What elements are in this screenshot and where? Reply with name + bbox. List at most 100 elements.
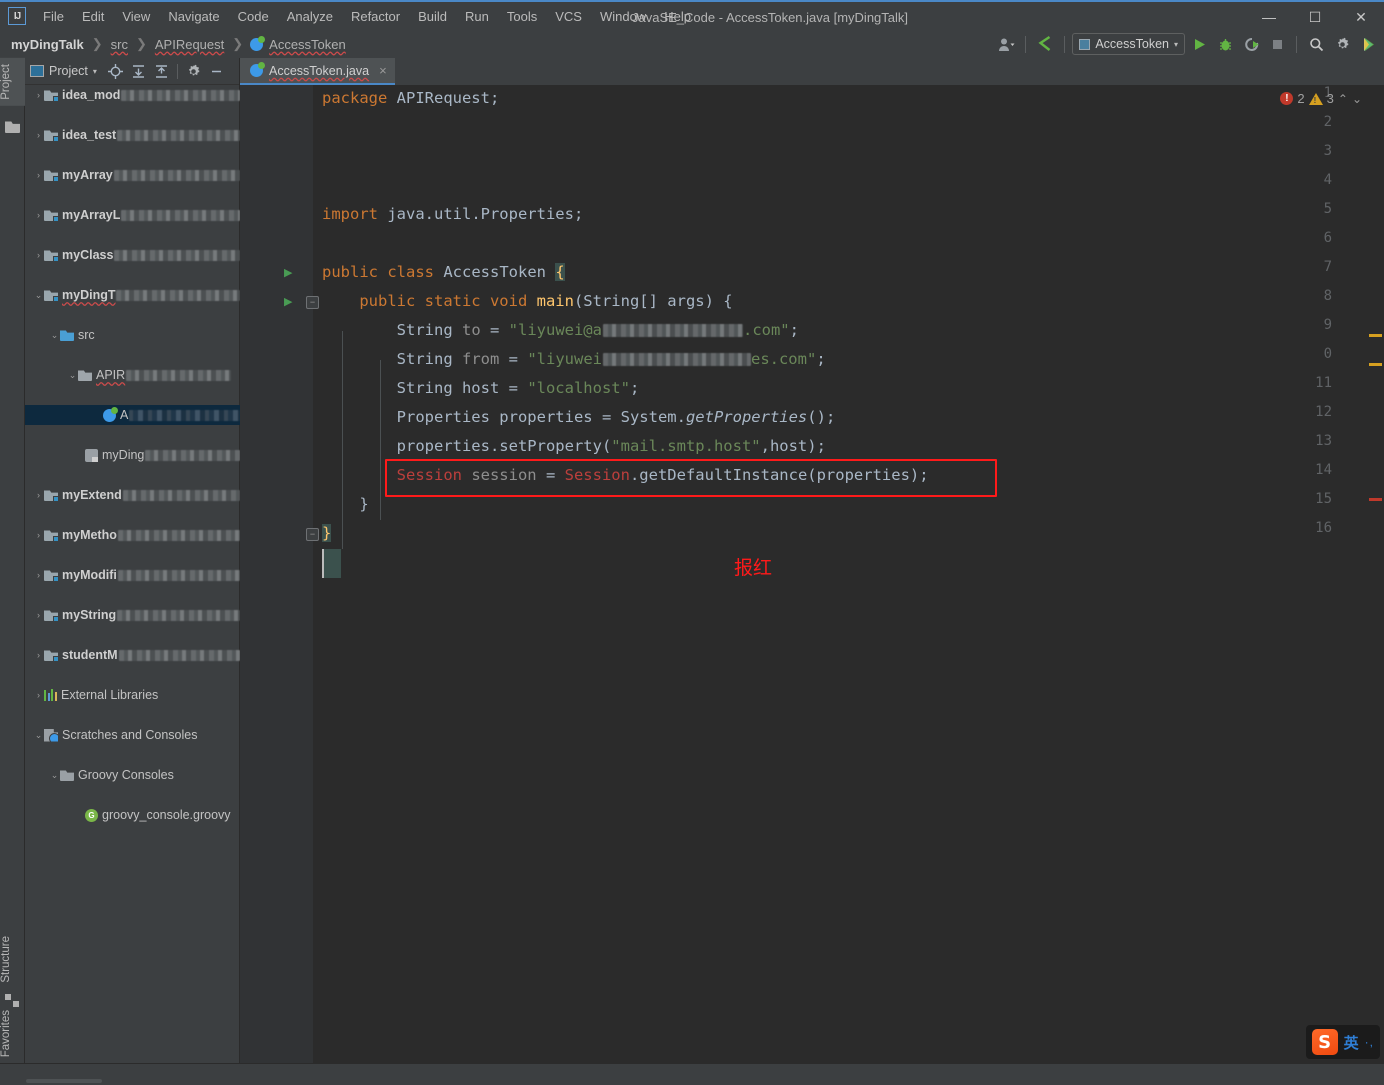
chevron-down-icon[interactable]: ⌄ [67,370,78,381]
sidebar-item-structure[interactable]: Structure [0,930,25,989]
chevron-right-icon[interactable]: › [33,690,44,701]
tree-node[interactable]: › myString [25,605,240,625]
fold-region-icon[interactable]: − [306,528,319,541]
breadcrumb-item-package[interactable]: APIRequest [154,37,225,52]
code-line-9: String to = "liyuwei@a .com"; [322,321,799,339]
run-configuration-selector[interactable]: AccessToken ▾ [1072,33,1185,55]
code-editor[interactable]: 1 2 3 4 5 6 7 8 9 0 11 12 13 14 15 16 ▶ … [240,85,1384,1085]
menu-tools[interactable]: Tools [498,5,546,28]
gutter-edge [313,85,314,1085]
tree-node[interactable]: › idea_test [25,125,240,145]
chevron-up-icon[interactable]: ⌃ [1338,92,1348,106]
chevron-right-icon[interactable]: › [33,130,44,141]
breadcrumb-item-src[interactable]: src [110,37,129,52]
run-config-label: AccessToken [1095,37,1169,51]
collapse-all-icon[interactable] [151,61,172,82]
tree-node[interactable]: › studentM [25,645,240,665]
jar-file-icon [85,448,98,462]
chevron-right-icon[interactable]: › [33,250,44,261]
tree-node[interactable]: › myModifi [25,565,240,585]
vcs-update-icon[interactable] [1033,32,1057,56]
chevron-right-icon[interactable]: › [33,90,44,101]
line-number: 0 [1323,346,1332,362]
tree-node[interactable]: myDing [25,445,240,465]
tree-node[interactable]: › idea_mod [25,85,240,105]
folder-icon[interactable] [5,121,20,133]
settings-gear-icon[interactable] [1330,32,1354,56]
input-method-widget[interactable]: S 英 ·, [1305,1025,1380,1059]
editor-gutter[interactable] [240,85,313,1085]
tree-node[interactable]: › External Libraries [25,685,240,705]
user-profile-icon[interactable] [994,32,1018,56]
tree-node[interactable]: › myClass [25,245,240,265]
warning-stripe[interactable] [1369,363,1382,366]
menu-edit[interactable]: Edit [73,5,113,28]
tree-node[interactable]: ⌄ Groovy Consoles [25,765,240,785]
ide-logo-icon[interactable] [1356,32,1380,56]
chevron-right-icon[interactable]: › [33,570,44,581]
menu-file[interactable]: File [34,5,73,28]
editor-tab-accesstoken[interactable]: AccessToken.java × [240,58,395,85]
menu-code[interactable]: Code [229,5,278,28]
run-icon[interactable] [1187,32,1211,56]
chevron-right-icon[interactable]: › [33,490,44,501]
chevron-down-icon[interactable]: ⌄ [33,290,44,301]
tree-node[interactable]: G groovy_console.groovy [25,805,240,825]
menu-build[interactable]: Build [409,5,456,28]
panel-settings-gear-icon[interactable] [183,61,204,82]
warning-stripe[interactable] [1369,334,1382,337]
tree-node[interactable]: › myExtend [25,485,240,505]
menu-vcs[interactable]: VCS [546,5,591,28]
stop-icon[interactable] [1265,32,1289,56]
chevron-right-icon[interactable]: › [33,170,44,181]
sidebar-item-project[interactable]: Project [0,58,25,106]
tree-node[interactable]: ⌄ src [25,325,240,345]
tree-node-selected[interactable]: A [25,405,240,425]
chevron-right-icon[interactable]: › [33,610,44,621]
menu-run[interactable]: Run [456,5,498,28]
tree-node[interactable]: ⌄ Scratches and Consoles [25,725,240,745]
ime-punctuation-icon[interactable]: ·, [1365,1035,1374,1049]
tree-node[interactable]: ⌄ APIR [25,365,240,385]
sidebar-item-favorites[interactable]: Favorites [0,1004,25,1063]
minimize-button[interactable]: — [1246,2,1292,32]
breadcrumb-item-class[interactable]: AccessToken [268,37,347,52]
menu-navigate[interactable]: Navigate [159,5,228,28]
chevron-down-icon[interactable]: ⌄ [49,770,60,781]
hide-panel-icon[interactable] [206,61,227,82]
close-icon[interactable]: × [379,63,387,78]
run-class-gutter-icon[interactable]: ▶ [284,267,296,279]
chevron-down-icon[interactable]: ⌄ [49,330,60,341]
search-icon[interactable] [1304,32,1328,56]
tree-node-label: myClass [62,248,114,262]
error-stripe-gutter[interactable] [1368,85,1384,1085]
chevron-right-icon[interactable]: › [33,530,44,541]
locate-file-icon[interactable] [105,61,126,82]
ime-language-label[interactable]: 英 [1344,1032,1359,1053]
menu-view[interactable]: View [113,5,159,28]
tree-node[interactable]: › myMetho [25,525,240,545]
close-button[interactable]: ✕ [1338,2,1384,32]
run-with-coverage-icon[interactable] [1239,32,1263,56]
fold-region-icon[interactable]: − [306,296,319,309]
expand-all-icon[interactable] [128,61,149,82]
tree-node[interactable]: › myArray [25,165,240,185]
error-stripe[interactable] [1369,498,1382,501]
breadcrumb-item-project[interactable]: myDingTalk [10,37,85,52]
menu-refactor[interactable]: Refactor [342,5,409,28]
tree-node-label: myExtend [62,488,122,502]
chevron-right-icon[interactable]: › [33,650,44,661]
tree-node[interactable]: › myArrayL [25,205,240,225]
run-method-gutter-icon[interactable]: ▶ [284,296,296,308]
tree-node[interactable]: ⌄ myDingT [25,285,240,305]
chevron-right-icon[interactable]: › [33,210,44,221]
status-bar-handle[interactable] [26,1079,102,1083]
chevron-down-icon[interactable]: ⌄ [1352,92,1362,106]
project-panel-title[interactable]: Project ▾ [30,64,97,78]
inspection-widget[interactable]: ! 2 3 ⌃ ⌄ [1280,91,1362,106]
maximize-button[interactable]: ☐ [1292,2,1338,32]
debug-icon[interactable] [1213,32,1237,56]
code-line-14: Session session = Session.getDefaultInst… [396,466,929,484]
chevron-down-icon[interactable]: ⌄ [33,730,44,741]
menu-analyze[interactable]: Analyze [278,5,342,28]
